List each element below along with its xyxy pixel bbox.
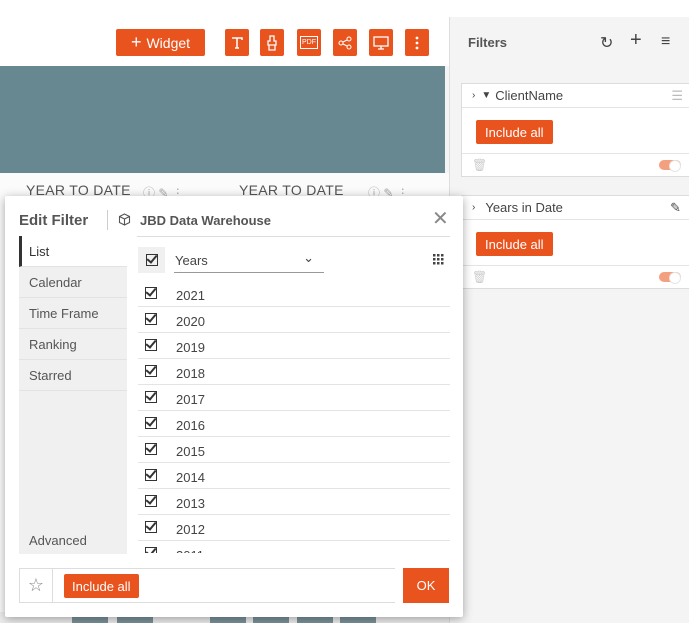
list-item[interactable]: 2020 (138, 307, 450, 333)
dashboard-toolbar: + Widget PDF (0, 0, 449, 66)
dialog-footer: ☆ Include all (19, 568, 395, 603)
dimension-value: Years (175, 253, 208, 268)
year-label: 2013 (176, 496, 205, 511)
filter-toggle[interactable] (659, 272, 681, 284)
pdf-label: PDF (300, 36, 318, 49)
year-label: 2016 (176, 418, 205, 433)
year-list: 2021 2020 2019 2018 2017 2016 2015 2014 … (138, 281, 450, 553)
plus-icon: + (130, 31, 142, 52)
add-widget-button[interactable]: + Widget (116, 29, 205, 56)
filter-toggle[interactable] (659, 160, 681, 172)
filters-title: Filters (468, 35, 508, 50)
tab-ranking[interactable]: Ranking (19, 329, 127, 360)
filter-label: ClientName (495, 88, 564, 103)
include-all-button[interactable]: Include all (64, 574, 139, 598)
checkbox-checked-icon[interactable] (145, 365, 157, 377)
edit-filter-dialog: Edit Filter JBD Data Warehouse ✕ List Ca… (5, 196, 463, 617)
list-item[interactable]: 2014 (138, 463, 450, 489)
list-item[interactable]: 2013 (138, 489, 450, 515)
checkbox-checked-icon[interactable] (145, 521, 157, 533)
list-item[interactable]: 2016 (138, 411, 450, 437)
checkbox-checked-icon[interactable] (145, 391, 157, 403)
divider (137, 236, 450, 237)
checkbox-checked-icon[interactable] (145, 339, 157, 351)
year-label: 2021 (176, 288, 205, 303)
checkbox-checked-icon[interactable] (145, 495, 157, 507)
text-icon[interactable] (225, 29, 249, 56)
trash-icon[interactable]: 🗑 (472, 270, 487, 284)
cube-icon (118, 213, 131, 229)
checkbox-checked-icon[interactable] (145, 287, 157, 299)
drag-handle-icon[interactable]: ☰ (671, 88, 683, 104)
include-all-button[interactable]: Include all (476, 120, 553, 144)
filter-card: › Years in Date ✎ Include all 🗑 (461, 195, 689, 289)
checkbox-checked-icon[interactable] (145, 313, 157, 325)
filter-header[interactable]: › Years in Date ✎ (462, 196, 689, 220)
list-item[interactable]: 2019 (138, 333, 450, 359)
list-item[interactable]: 2011 (138, 541, 450, 553)
year-label: 2020 (176, 314, 205, 329)
filter-footer: 🗑 (462, 154, 689, 176)
year-label: 2019 (176, 340, 205, 355)
share-icon[interactable] (333, 29, 357, 56)
list-item[interactable]: 2018 (138, 359, 450, 385)
dimension-select[interactable]: Years ⌄ (174, 247, 324, 273)
chevron-down-icon: ⌄ (303, 250, 314, 265)
tab-calendar[interactable]: Calendar (19, 267, 127, 298)
chevron-right-icon[interactable]: › (472, 202, 475, 213)
year-label: 2017 (176, 392, 205, 407)
chevron-right-icon[interactable]: › (472, 90, 475, 101)
tab-advanced[interactable]: Advanced (29, 533, 87, 548)
select-all-checkbox[interactable] (138, 247, 165, 273)
checkbox-checked-icon[interactable] (145, 417, 157, 429)
checkbox-checked-icon[interactable] (145, 443, 157, 455)
add-filter-icon[interactable]: + (630, 29, 642, 52)
add-widget-label: Widget (146, 34, 191, 51)
tab-starred[interactable]: Starred (19, 360, 127, 391)
refresh-icon[interactable]: ↻ (600, 33, 613, 53)
menu-icon[interactable]: ≡ (661, 33, 670, 51)
year-label: 2018 (176, 366, 205, 381)
grid-icon[interactable] (433, 253, 444, 268)
filter-card: › ▼ ClientName ☰ Include all 🗑 (461, 83, 689, 177)
list-item[interactable]: 2012 (138, 515, 450, 541)
filters-panel: Filters ↻ + ≡ › ▼ ClientName ☰ Include a… (449, 17, 689, 623)
list-item[interactable]: 2015 (138, 437, 450, 463)
tab-list[interactable]: List (19, 236, 127, 267)
top-strip (449, 0, 689, 17)
year-label: 2011 (176, 548, 204, 553)
filter-body: Include all (462, 108, 689, 154)
star-icon[interactable]: ☆ (20, 569, 53, 602)
list-item[interactable]: 2021 (138, 281, 450, 307)
filter-header[interactable]: › ▼ ClientName ☰ (462, 84, 689, 108)
close-icon[interactable]: ✕ (432, 206, 449, 231)
year-label: 2015 (176, 444, 205, 459)
tab-time-frame[interactable]: Time Frame (19, 298, 127, 329)
year-label: 2012 (176, 522, 205, 537)
edit-icon[interactable]: ✎ (670, 200, 681, 216)
trash-icon[interactable]: 🗑 (472, 158, 487, 172)
include-all-button[interactable]: Include all (476, 232, 553, 256)
dashboard-banner (0, 66, 445, 173)
filter-footer: 🗑 (462, 266, 689, 288)
filter-label: Years in Date (485, 200, 563, 215)
filter-type-sidebar: List Calendar Time Frame Ranking Starred… (19, 236, 127, 554)
ok-button[interactable]: OK (403, 568, 449, 603)
checkbox-checked-icon[interactable] (145, 547, 157, 553)
funnel-icon: ▼ (481, 90, 492, 101)
checkbox-checked-icon (145, 254, 158, 266)
dialog-title: Edit Filter (19, 212, 89, 229)
datasource-name: JBD Data Warehouse (140, 213, 271, 228)
filter-body: Include all (462, 220, 689, 266)
list-item[interactable]: 2017 (138, 385, 450, 411)
divider (107, 210, 108, 230)
year-label: 2014 (176, 470, 205, 485)
checkbox-checked-icon[interactable] (145, 469, 157, 481)
pdf-icon[interactable]: PDF (297, 29, 321, 56)
more-icon[interactable] (405, 29, 429, 56)
list-header: Years ⌄ (138, 247, 450, 273)
brush-icon[interactable] (260, 29, 284, 56)
monitor-icon[interactable] (369, 29, 393, 56)
